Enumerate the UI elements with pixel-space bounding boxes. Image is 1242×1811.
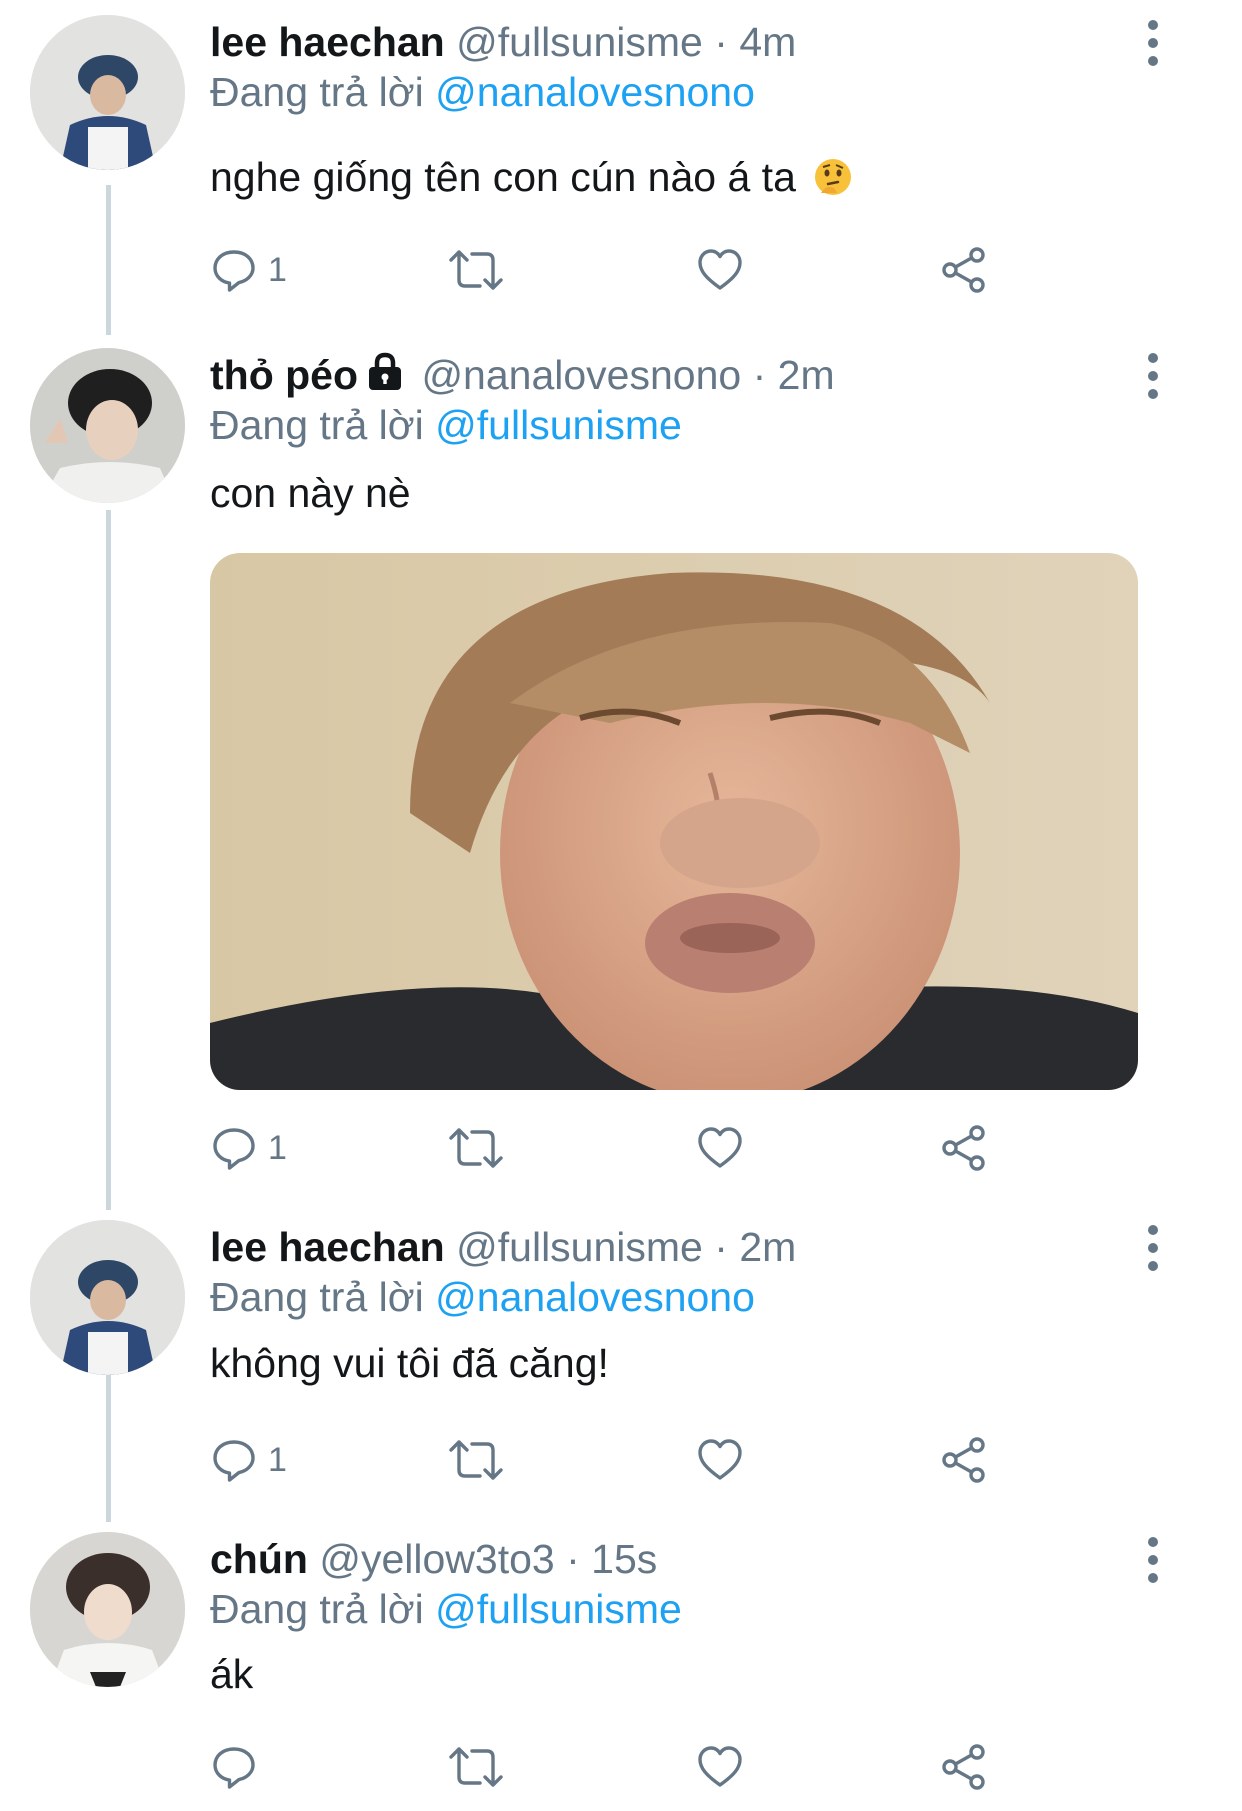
mention-link[interactable]: @fullsunisme — [435, 402, 682, 448]
reply-icon — [210, 246, 258, 294]
timestamp[interactable]: 2m — [739, 1224, 796, 1270]
reply-icon — [210, 1743, 258, 1791]
mention-link[interactable]: @fullsunisme — [435, 1586, 682, 1632]
tweet-media-image[interactable] — [210, 553, 1138, 1090]
tweet-header: lee haechan @fullsunisme · 4m — [210, 18, 796, 66]
display-name[interactable]: chún — [210, 1536, 308, 1582]
like-icon — [696, 1743, 744, 1791]
tweet-text-content: con này nè — [210, 470, 411, 516]
separator-dot: · — [752, 352, 767, 398]
tweet-text: không vui tôi đã căng! — [210, 1338, 609, 1388]
reply-count: 1 — [268, 1440, 287, 1479]
tweet-header: chún @yellow3to3 · 15s — [210, 1535, 657, 1583]
retweet-button[interactable] — [446, 1430, 506, 1490]
replying-to: Đang trả lời @fullsunisme — [210, 1585, 682, 1633]
timestamp[interactable]: 4m — [739, 19, 796, 65]
username[interactable]: @fullsunisme — [456, 19, 703, 65]
username[interactable]: @nanalovesnono — [421, 352, 741, 398]
like-button[interactable] — [696, 1430, 744, 1490]
reply-count: 1 — [268, 1128, 287, 1167]
share-button[interactable] — [940, 1737, 988, 1797]
reply-icon — [210, 1124, 258, 1172]
like-icon — [696, 246, 744, 294]
replying-to-label: Đang trả lời — [210, 1274, 424, 1320]
replying-to: Đang trả lời @fullsunisme — [210, 401, 682, 449]
retweet-icon — [446, 1124, 506, 1172]
like-button[interactable] — [696, 1737, 744, 1797]
mention-link[interactable]: @nanalovesnono — [435, 1274, 755, 1320]
retweet-button[interactable] — [446, 240, 506, 300]
share-button[interactable] — [940, 240, 988, 300]
like-button[interactable] — [696, 1118, 744, 1178]
reply-button[interactable]: 1 — [210, 240, 287, 300]
replying-to-label: Đang trả lời — [210, 69, 424, 115]
tweet-text-content: ák — [210, 1651, 254, 1697]
retweet-button[interactable] — [446, 1737, 506, 1797]
tweet-actions: 1 — [0, 1430, 1242, 1490]
tweet-text: ák — [210, 1649, 253, 1699]
share-icon — [940, 1124, 988, 1172]
avatar[interactable] — [30, 348, 185, 503]
share-button[interactable] — [940, 1118, 988, 1178]
replying-to: Đang trả lời @nanalovesnono — [210, 1273, 755, 1321]
retweet-button[interactable] — [446, 1118, 506, 1178]
share-button[interactable] — [940, 1430, 988, 1490]
retweet-icon — [446, 1743, 506, 1791]
share-icon — [940, 1743, 988, 1791]
tweet-text-content: không vui tôi đã căng! — [210, 1340, 609, 1386]
timestamp[interactable]: 15s — [591, 1536, 657, 1582]
avatar[interactable] — [30, 15, 185, 170]
thinking-face-emoji — [813, 157, 853, 208]
retweet-icon — [446, 246, 506, 294]
retweet-icon — [446, 1436, 506, 1484]
display-name[interactable]: lee haechan — [210, 19, 445, 65]
separator-dot: · — [714, 19, 728, 65]
tweet-header: thỏ péo @nanalovesnono · 2m — [210, 351, 835, 402]
reply-icon — [210, 1436, 258, 1484]
reply-count: 1 — [268, 250, 287, 289]
mention-link[interactable]: @nanalovesnono — [435, 69, 755, 115]
timestamp[interactable]: 2m — [778, 352, 835, 398]
more-options-icon[interactable] — [1140, 18, 1166, 68]
share-icon — [940, 1436, 988, 1484]
avatar[interactable] — [30, 1220, 185, 1375]
tweet-text: nghe giống tên con cún nào á ta — [210, 152, 853, 208]
tweet-header: lee haechan @fullsunisme · 2m — [210, 1223, 796, 1271]
like-icon — [696, 1436, 744, 1484]
more-options-icon[interactable] — [1140, 1535, 1166, 1585]
tweet[interactable]: chún @yellow3to3 · 15s Đang trả lời @ful… — [0, 1517, 1242, 1811]
separator-dot: · — [714, 1224, 728, 1270]
username[interactable]: @yellow3to3 — [319, 1536, 554, 1582]
share-icon — [940, 246, 988, 294]
like-button[interactable] — [696, 240, 744, 300]
reply-button[interactable]: 1 — [210, 1430, 287, 1490]
replying-to-label: Đang trả lời — [210, 1586, 424, 1632]
reply-button[interactable]: 1 — [210, 1118, 287, 1178]
username[interactable]: @fullsunisme — [456, 1224, 703, 1270]
lock-icon — [366, 352, 404, 402]
reply-button[interactable] — [210, 1737, 268, 1797]
separator-dot: · — [566, 1536, 580, 1582]
tweet[interactable]: lee haechan @fullsunisme · 2m Đang trả l… — [0, 1205, 1242, 1515]
avatar[interactable] — [30, 1532, 185, 1687]
like-icon — [696, 1124, 744, 1172]
more-options-icon[interactable] — [1140, 1223, 1166, 1273]
tweet[interactable]: thỏ péo @nanalovesnono · 2m Đang trả lời… — [0, 333, 1242, 1193]
tweet-actions: 1 — [0, 1118, 1242, 1178]
tweet-actions — [0, 1737, 1242, 1797]
replying-to-label: Đang trả lời — [210, 402, 424, 448]
display-name[interactable]: thỏ péo — [210, 352, 358, 398]
more-options-icon[interactable] — [1140, 351, 1166, 401]
tweet-actions: 1 — [0, 240, 1242, 300]
tweet-text-content: nghe giống tên con cún nào á ta — [210, 154, 796, 200]
tweet[interactable]: lee haechan @fullsunisme · 4m Đang trả l… — [0, 0, 1242, 320]
tweet-text: con này nè — [210, 468, 411, 518]
replying-to: Đang trả lời @nanalovesnono — [210, 68, 755, 116]
display-name[interactable]: lee haechan — [210, 1224, 445, 1270]
